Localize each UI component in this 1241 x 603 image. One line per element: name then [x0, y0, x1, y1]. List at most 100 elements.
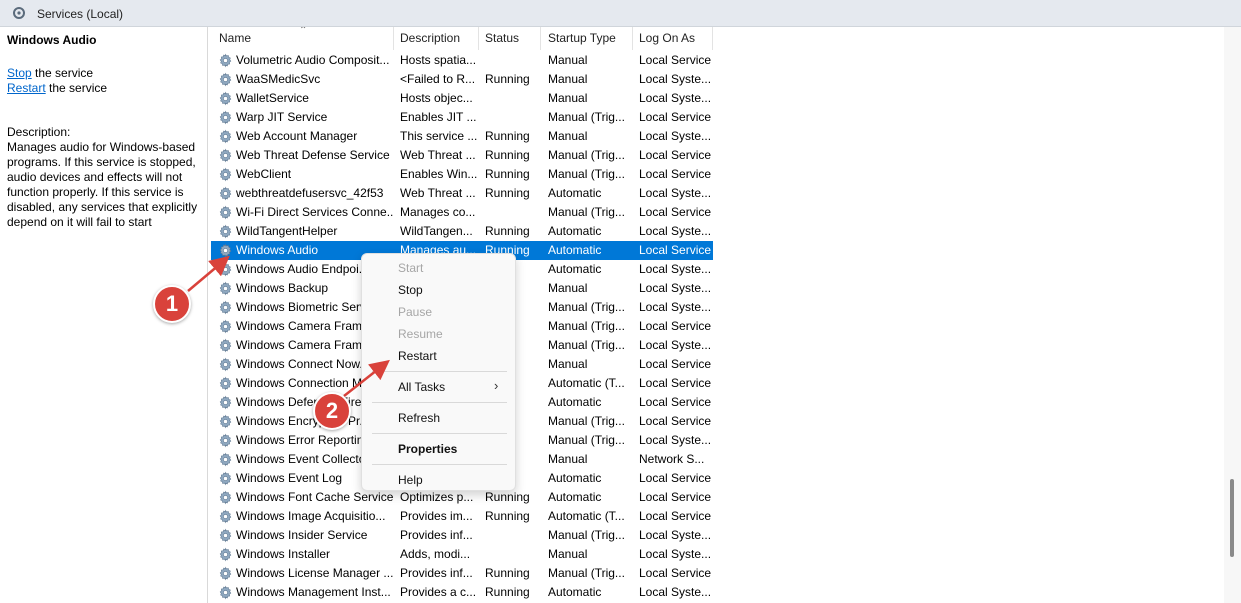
service-log-on-as-cell: Local Syste... [639, 72, 712, 86]
service-name-cell: Web Threat Defense Service [236, 148, 390, 162]
service-name-cell: WaaSMedicSvc [236, 72, 321, 86]
column-header-label: Status [485, 31, 520, 45]
service-row[interactable]: Windows Image Acquisitio... Provides im..… [211, 507, 713, 526]
menu-item-resume[interactable]: Resume [398, 327, 443, 341]
service-description-cell: WildTangen... [400, 224, 473, 238]
service-gear-icon [218, 262, 233, 277]
service-startup-type-cell: Manual (Trig... [548, 148, 625, 162]
service-gear-icon [218, 167, 233, 182]
menu-item-properties[interactable]: Properties [398, 442, 457, 456]
restart-action-line: Restart the service [7, 81, 200, 96]
service-description-cell: Hosts spatia... [400, 53, 477, 67]
service-startup-type-cell: Automatic [548, 243, 602, 257]
description-text: Manages audio for Windows-based programs… [7, 140, 200, 230]
service-startup-type-cell: Manual (Trig... [548, 319, 625, 333]
service-description-cell: Web Threat ... [400, 148, 476, 162]
service-description-cell: Provides inf... [400, 528, 473, 542]
service-description-cell: Provides a c... [400, 585, 477, 599]
column-header-status[interactable]: Status [477, 27, 541, 50]
service-description-cell: Manages co... [400, 205, 476, 219]
service-gear-icon [218, 338, 233, 353]
service-row[interactable]: Volumetric Audio Composit... Hosts spatia… [211, 51, 713, 70]
service-row[interactable]: Wi-Fi Direct Services Conne... Manages co… [211, 203, 713, 222]
menu-separator [372, 371, 507, 372]
description-line: Manages audio for Windows-based [7, 140, 196, 154]
context-menu: Start Stop Pause Resume Restart All Task… [361, 253, 516, 491]
service-row[interactable]: Windows Management Inst... Provides a c..… [211, 583, 713, 602]
description-line: programs. If this service is stopped, [7, 155, 196, 169]
menu-separator [372, 402, 507, 403]
service-row[interactable]: Windows Insider Service Provides inf... Ma… [211, 526, 713, 545]
description-line: audio devices and effects will not [7, 170, 183, 184]
service-log-on-as-cell: Local Service [639, 395, 712, 409]
service-log-on-as-cell: Local Service [639, 148, 712, 162]
description-line: depend on it will fail to start [7, 215, 152, 229]
service-row[interactable]: Warp JIT Service Enables JIT ... Manual (T… [211, 108, 713, 127]
service-log-on-as-cell: Local Syste... [639, 91, 712, 105]
column-header-name[interactable]: ⌃ Name [211, 27, 394, 50]
menu-item-restart[interactable]: Restart [398, 349, 437, 363]
service-description-cell: Hosts objec... [400, 91, 473, 105]
service-log-on-as-cell: Local Service [639, 471, 712, 485]
service-gear-icon [218, 414, 233, 429]
column-header-description[interactable]: Description [392, 27, 479, 50]
menu-item-start[interactable]: Start [398, 261, 423, 275]
service-gear-icon [218, 547, 233, 562]
service-row[interactable]: WebClient Enables Win... Running Manual (Tr… [211, 165, 713, 184]
step-badge-2: 2 [313, 392, 351, 430]
service-startup-type-cell: Automatic [548, 262, 602, 276]
service-startup-type-cell: Automatic [548, 224, 602, 238]
window-title: Services (Local) [37, 7, 124, 21]
service-row[interactable]: Web Account Manager This service ... Runni… [211, 127, 713, 146]
service-row[interactable]: WaaSMedicSvc <Failed to R... Running Manual… [211, 70, 713, 89]
service-description-cell: Provides inf... [400, 566, 473, 580]
service-log-on-as-cell: Local Service [639, 110, 712, 124]
restart-suffix: the service [45, 81, 108, 95]
column-header-label: Description [400, 31, 461, 45]
service-startup-type-cell: Manual [548, 72, 588, 86]
service-gear-icon [218, 186, 233, 201]
menu-item-stop[interactable]: Stop [398, 283, 423, 297]
service-name-cell: Volumetric Audio Composit... [236, 53, 390, 67]
column-header-log-on-as[interactable]: Log On As [631, 27, 713, 50]
service-gear-icon [218, 243, 233, 258]
service-log-on-as-cell: Local Service [639, 490, 712, 504]
service-gear-icon [218, 490, 233, 505]
restart-service-link[interactable]: Restart [7, 81, 46, 95]
service-row[interactable]: WalletService Hosts objec... Manual Local S… [211, 89, 713, 108]
sort-ascending-icon: ⌃ [299, 27, 308, 36]
service-name-cell: Windows Insider Service [236, 528, 368, 542]
service-status-cell: Running [485, 224, 530, 238]
service-gear-icon [218, 357, 233, 372]
service-gear-icon [218, 224, 233, 239]
service-row[interactable]: Web Threat Defense Service Web Threat ...… [211, 146, 713, 165]
service-row[interactable]: webthreatdefusersvc_42f53 Web Threat ... R… [211, 184, 713, 203]
service-gear-icon [218, 471, 233, 486]
service-startup-type-cell: Manual [548, 53, 588, 67]
service-gear-icon [218, 452, 233, 467]
menu-item-refresh[interactable]: Refresh [398, 411, 440, 425]
service-row[interactable]: Windows License Manager ... Provides inf.… [211, 564, 713, 583]
vertical-scrollbar[interactable] [1224, 27, 1241, 603]
services-gear-icon [13, 7, 25, 19]
service-gear-icon [218, 376, 233, 391]
menu-item-pause[interactable]: Pause [398, 305, 432, 319]
service-status-cell: Running [485, 566, 530, 580]
service-status-cell: Running [485, 129, 530, 143]
service-name-cell: Warp JIT Service [236, 110, 328, 124]
service-description-cell: Enables Win... [400, 167, 478, 181]
service-startup-type-cell: Automatic [548, 186, 602, 200]
service-row[interactable]: Windows Installer Adds, modi... Manual Loca… [211, 545, 713, 564]
service-gear-icon [218, 585, 233, 600]
service-startup-type-cell: Manual (Trig... [548, 414, 625, 428]
scrollbar-thumb[interactable] [1230, 479, 1234, 557]
service-gear-icon [218, 433, 233, 448]
stop-service-link[interactable]: Stop [7, 66, 32, 80]
service-log-on-as-cell: Local Syste... [639, 585, 712, 599]
service-name-cell: WalletService [236, 91, 309, 105]
column-header-startup-type[interactable]: Startup Type [540, 27, 633, 50]
service-row[interactable]: WildTangentHelper WildTangen... Running Aut… [211, 222, 713, 241]
menu-item-help[interactable]: Help [398, 473, 423, 487]
menu-item-all-tasks[interactable]: All Tasks [398, 380, 445, 394]
service-startup-type-cell: Automatic [548, 490, 602, 504]
